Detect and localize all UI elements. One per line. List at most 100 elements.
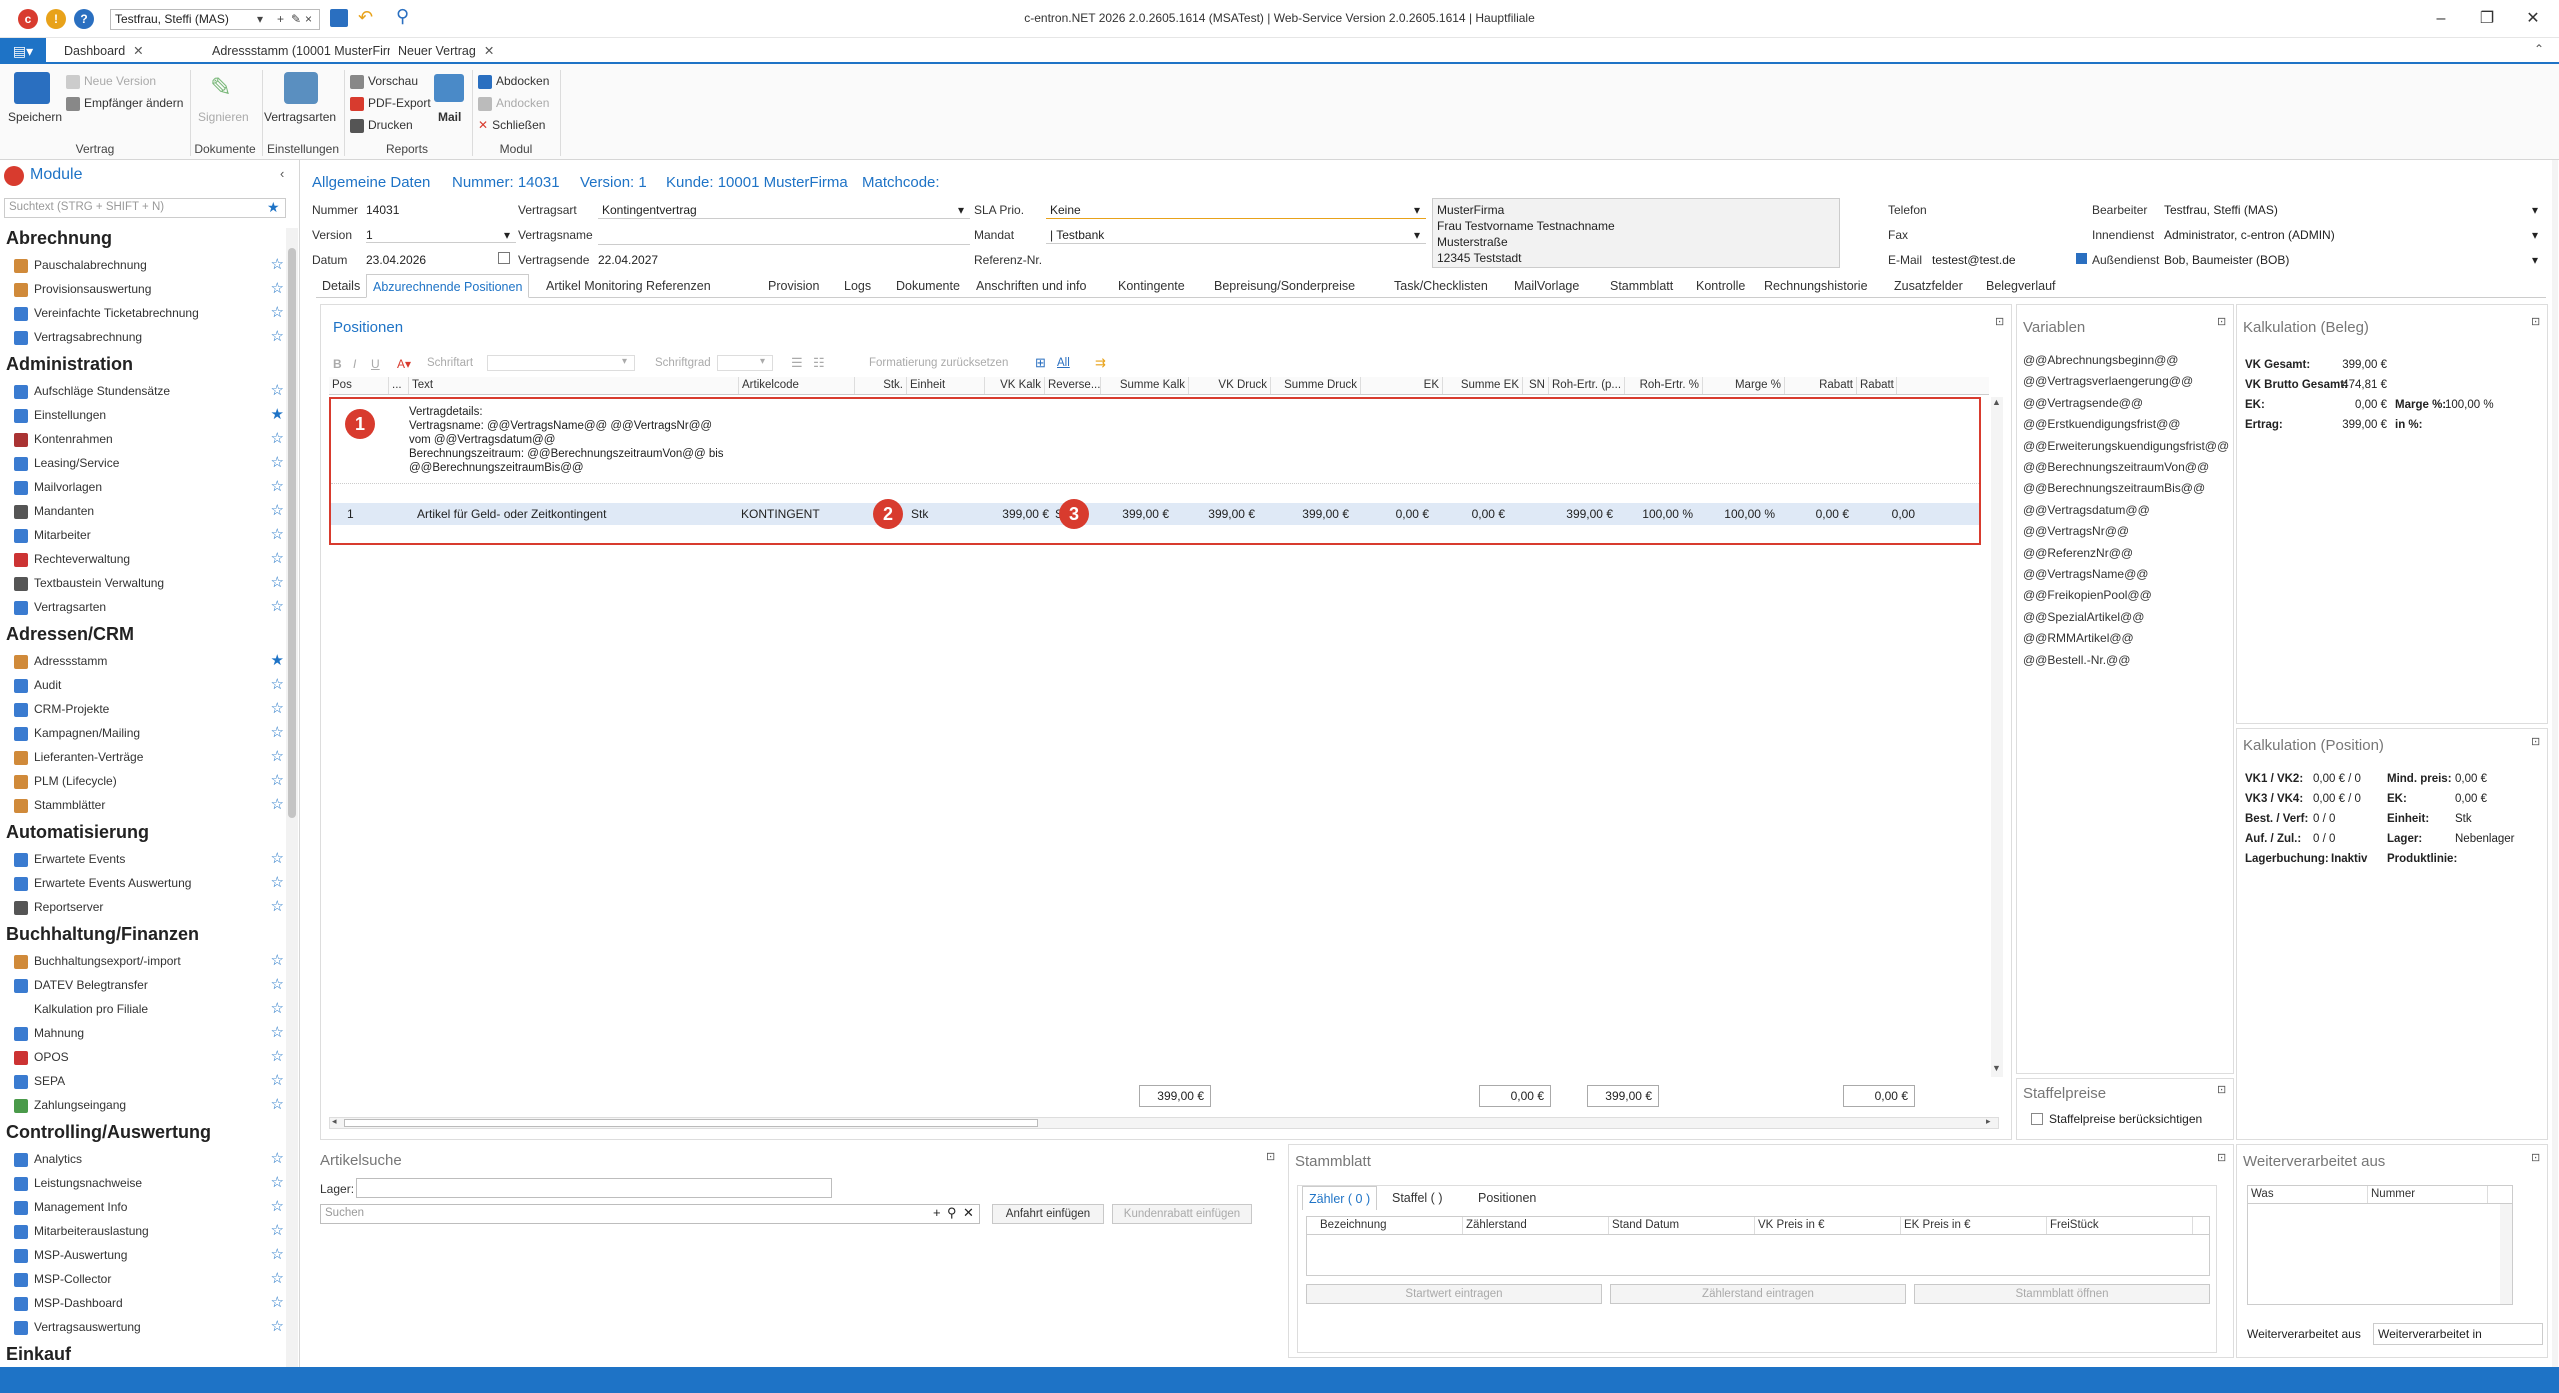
pin-icon[interactable]: ⊡: [2531, 1151, 2540, 1164]
column-header[interactable]: Marge %: [1703, 377, 1785, 394]
sidebar-section-title[interactable]: Controlling/Auswertung: [6, 1122, 211, 1143]
scroll-right-icon[interactable]: ▸: [1986, 1116, 1991, 1127]
sidebar-item[interactable]: Vertragsauswertung ☆: [14, 1316, 284, 1338]
dock-button[interactable]: Andocken: [478, 96, 549, 111]
sidebar-item[interactable]: Erwartete Events ☆: [14, 848, 284, 870]
new-version-button[interactable]: Neue Version: [66, 74, 156, 89]
star-icon[interactable]: ☆: [271, 698, 284, 720]
inner-tab[interactable]: Kontingente: [1112, 274, 1191, 298]
pdf-export-button[interactable]: PDF-Export: [350, 96, 431, 111]
vertragsname-input[interactable]: [598, 225, 970, 245]
lager-input[interactable]: [356, 1178, 832, 1198]
column-header[interactable]: Rabatt in: [1857, 377, 1897, 394]
variable-item[interactable]: @@Erstkuendigungsfrist@@: [2023, 417, 2180, 431]
inner-tab[interactable]: MailVorlage: [1508, 274, 1585, 298]
content-scrollbar[interactable]: [2552, 160, 2558, 1367]
numbered-list-icon[interactable]: ☷: [813, 355, 825, 371]
sidebar-item[interactable]: Mahnung ☆: [14, 1022, 284, 1044]
inner-tab[interactable]: Belegverlauf: [1980, 274, 2062, 298]
mandat-select[interactable]: | Testbank ▾: [1046, 226, 1426, 244]
italic-icon[interactable]: I: [353, 357, 356, 371]
star-icon[interactable]: ☆: [271, 1220, 284, 1242]
save-icon[interactable]: [14, 72, 50, 104]
star-icon[interactable]: ☆: [271, 1316, 284, 1338]
sidebar-item[interactable]: MSP-Auswertung ☆: [14, 1244, 284, 1266]
sidebar-item[interactable]: Einstellungen ★: [14, 404, 284, 426]
table-row[interactable]: 1 Artikel für Geld- oder Zeitkontingent …: [331, 503, 1979, 525]
change-recipient-button[interactable]: Empfänger ändern: [66, 96, 183, 111]
grid-hscrollbar[interactable]: ◂ ▸: [329, 1116, 1999, 1129]
sla-select[interactable]: Keine ▾: [1046, 201, 1426, 219]
column-header[interactable]: Zählerstand: [1463, 1217, 1609, 1234]
sidebar-item[interactable]: Rechteverwaltung ☆: [14, 548, 284, 570]
minimize-button[interactable]: –: [2418, 6, 2464, 32]
artikel-search-input[interactable]: Suchen + ⚲ ✕: [320, 1204, 980, 1224]
column-header[interactable]: Pos: [329, 377, 389, 394]
column-header[interactable]: Stk.: [855, 377, 907, 394]
star-icon[interactable]: ☆: [271, 1022, 284, 1044]
maximize-button[interactable]: ❐: [2464, 6, 2510, 32]
sidebar-search-input[interactable]: Suchtext (STRG + SHIFT + N) ★: [4, 198, 286, 218]
star-icon[interactable]: ☆: [271, 572, 284, 594]
search-icon[interactable]: ⚲: [947, 1205, 957, 1221]
variable-item[interactable]: @@ReferenzNr@@: [2023, 546, 2133, 560]
close-module-button[interactable]: ✕ Schließen: [478, 118, 545, 132]
sidebar-item[interactable]: Mitarbeiter ☆: [14, 524, 284, 546]
sidebar-item[interactable]: PLM (Lifecycle) ☆: [14, 770, 284, 792]
column-header[interactable]: Summe Kalk: [1101, 377, 1189, 394]
variable-item[interactable]: @@Vertragsverlaengerung@@: [2023, 374, 2193, 388]
column-header[interactable]: SN: [1523, 377, 1549, 394]
column-header[interactable]: VK Kalk: [985, 377, 1045, 394]
inner-tab[interactable]: Artikel Monitoring Referenzen: [540, 274, 717, 298]
sidebar-item[interactable]: Kampagnen/Mailing ☆: [14, 722, 284, 744]
sidebar-item[interactable]: Kalkulation pro Filiale ☆: [14, 998, 284, 1020]
scrollbar-thumb[interactable]: [288, 248, 296, 818]
sidebar-item[interactable]: Mandanten ☆: [14, 500, 284, 522]
star-icon[interactable]: ☆: [271, 848, 284, 870]
collapse-sidebar-icon[interactable]: ‹: [280, 166, 284, 181]
star-icon[interactable]: ☆: [271, 1196, 284, 1218]
mail-button[interactable]: Mail: [438, 110, 461, 124]
column-header[interactable]: VK Preis in €: [1755, 1217, 1901, 1234]
pin-icon[interactable]: ⊡: [1266, 1150, 1275, 1163]
calendar-icon[interactable]: [498, 252, 510, 264]
column-header[interactable]: EK: [1361, 377, 1443, 394]
star-icon[interactable]: ☆: [271, 524, 284, 546]
close-icon[interactable]: ✕: [484, 44, 494, 58]
inner-tab[interactable]: Task/Checklisten: [1388, 274, 1494, 298]
star-icon[interactable]: ☆: [271, 254, 284, 276]
arrows-icon[interactable]: ⇉: [1095, 355, 1106, 371]
column-header[interactable]: Reverse...: [1045, 377, 1101, 394]
star-filled-icon[interactable]: ★: [271, 404, 284, 426]
inner-tab[interactable]: Provision: [762, 274, 825, 298]
tab-staffel[interactable]: Staffel ( ): [1386, 1186, 1448, 1210]
column-header[interactable]: Summe Druck: [1271, 377, 1361, 394]
variable-item[interactable]: @@SpezialArtikel@@: [2023, 610, 2144, 624]
star-icon[interactable]: ☆: [271, 476, 284, 498]
sidebar-item[interactable]: MSP-Dashboard ☆: [14, 1292, 284, 1314]
sidebar-item[interactable]: Reportserver ☆: [14, 896, 284, 918]
table-icon[interactable]: ⊞: [1035, 355, 1046, 371]
sidebar-item[interactable]: DATEV Belegtransfer ☆: [14, 974, 284, 996]
column-header[interactable]: FreiStück: [2047, 1217, 2193, 1234]
sidebar-item[interactable]: MSP-Collector ☆: [14, 1268, 284, 1290]
star-icon[interactable]: ☆: [271, 998, 284, 1020]
bold-icon[interactable]: B: [333, 357, 342, 371]
column-header[interactable]: Rabatt: [1785, 377, 1857, 394]
star-icon[interactable]: ☆: [271, 722, 284, 744]
variable-item[interactable]: @@Vertragsende@@: [2023, 396, 2143, 410]
column-header[interactable]: Bezeichnung: [1317, 1217, 1463, 1234]
column-header[interactable]: Roh-Ertr. %: [1625, 377, 1703, 394]
star-icon[interactable]: ☆: [271, 1292, 284, 1314]
tab-positionen[interactable]: Positionen: [1472, 1186, 1542, 1210]
pin-icon[interactable]: ⊡: [2217, 1083, 2226, 1096]
sidebar-section-title[interactable]: Adressen/CRM: [6, 624, 134, 645]
sidebar-item[interactable]: Leasing/Service ☆: [14, 452, 284, 474]
star-icon[interactable]: ☆: [271, 1172, 284, 1194]
vertragsart-select[interactable]: Kontingentvertrag ▾: [598, 201, 970, 219]
print-button[interactable]: Drucken: [350, 118, 413, 133]
star-icon[interactable]: ☆: [271, 674, 284, 696]
variable-item[interactable]: @@RMMArtikel@@: [2023, 631, 2134, 645]
sidebar-item[interactable]: OPOS ☆: [14, 1046, 284, 1068]
reset-format-button[interactable]: Formatierung zurücksetzen: [869, 357, 1008, 369]
